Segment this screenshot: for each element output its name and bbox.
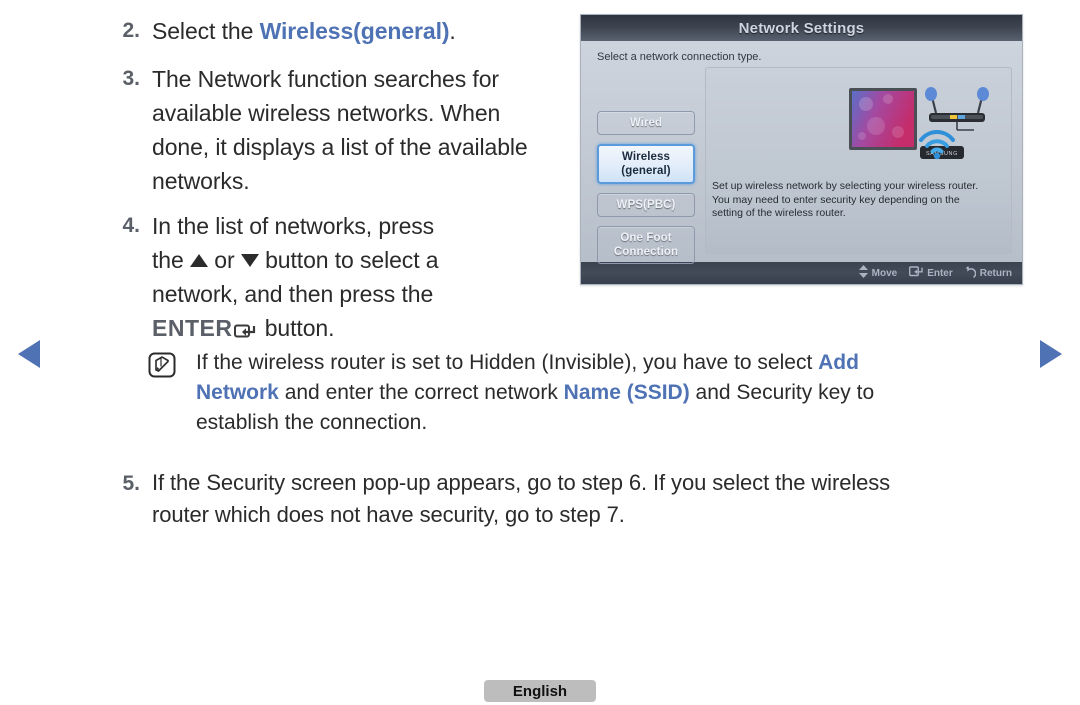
tv-menu-item-wireless-general[interactable]: Wireless (general) (597, 144, 695, 184)
step4-line-b-post: button to select a (258, 247, 439, 273)
step-text: The Network function searches for availa… (152, 66, 528, 194)
tv-description-line3: setting of the wireless router. (712, 207, 846, 219)
tv-menu-item-one-foot-connection[interactable]: One Foot Connection (597, 226, 695, 264)
tv-menu-item-wireless-line1: Wireless (621, 151, 670, 163)
note-line1-a: If the wireless router is set to Hidden … (196, 351, 819, 374)
note-highlight-network: Network (196, 381, 279, 404)
tv-description-line2: You may need to enter security key depen… (712, 193, 960, 206)
step-text-plain-b: . (449, 18, 456, 44)
step5-line2: router which does not have security, go … (152, 502, 625, 527)
triangle-down-icon (240, 254, 259, 267)
tv-menu-item-onefoot-line2: Connection (613, 246, 679, 258)
tv-menu-item-onefoot-line1: One Foot (620, 232, 672, 244)
step-text: If the Security screen pop-up appears, g… (152, 467, 1042, 531)
note-line3: establish the connection. (196, 411, 428, 434)
note-pencil-icon (148, 352, 178, 383)
return-arrow-icon (965, 265, 977, 281)
tv-connection-type-menu: Wired Wireless (general) WPS(PBC) One Fo… (597, 111, 695, 273)
tv-router-illustration: SAMSUNG (846, 74, 1021, 174)
step4-line-a: In the list of networks, press (152, 213, 435, 239)
tv-subtitle: Select a network connection type. (597, 51, 762, 63)
step-number: 3. (122, 67, 140, 90)
enter-label: ENTER (152, 315, 233, 341)
tv-titlebar: Network Settings (581, 15, 1022, 41)
step-text: In the list of networks, press the or bu… (152, 209, 552, 348)
tv-menu-item-wireless-line2: (general) (621, 165, 671, 177)
tv-screen-capture: Network Settings Select a network connec… (580, 14, 1023, 285)
step-number: 5. (122, 472, 140, 495)
tv-hint-return: Return (965, 265, 1012, 281)
language-chip[interactable]: English (484, 680, 596, 702)
step4-line-c: network, and then press the (152, 281, 434, 307)
tv-menu-item-wps-pbc[interactable]: WPS(PBC) (597, 193, 695, 217)
note-line2-c: and Security key to (689, 381, 875, 404)
next-page-arrow[interactable] (1040, 340, 1062, 368)
note-block: If the wireless router is set to Hidden … (148, 348, 1038, 438)
note-text: If the wireless router is set to Hidden … (196, 348, 874, 438)
tv-hint-enter: Enter (909, 266, 953, 280)
step-number: 4. (122, 214, 140, 237)
step-text: Select the Wireless(general). (152, 14, 456, 48)
triangle-up-icon (189, 254, 208, 267)
step4-line-d-post: button. (258, 315, 335, 341)
step5-line1: If the Security screen pop-up appears, g… (152, 470, 891, 495)
step-item-2: 2. Select the Wireless(general). (100, 14, 570, 48)
step-item-4: 4. In the list of networks, press the or… (100, 209, 570, 348)
step-item-5: 5. If the Security screen pop-up appears… (100, 467, 1060, 531)
note-highlight-ssid: Name (SSID) (563, 381, 690, 404)
tv-title: Network Settings (738, 19, 865, 37)
tv-hint-return-label: Return (979, 267, 1012, 279)
tv-menu-item-wired[interactable]: Wired (597, 111, 695, 135)
tv-detail-panel: SAMSUNG Set up wireless network by selec… (705, 67, 1012, 254)
tv-description: Set up wireless network by selecting you… (712, 180, 1005, 221)
note-highlight-add: Add (818, 351, 859, 374)
tv-stage: Select a network connection type. Wired … (581, 41, 1022, 264)
step4-line-b-pre: the (152, 247, 190, 273)
step-item-3: 3. The Network function searches for ava… (100, 62, 570, 198)
enter-key-icon (909, 266, 923, 280)
step4-line-b-mid: or (207, 247, 241, 273)
previous-page-arrow[interactable] (18, 340, 40, 368)
tv-description-line1: Set up wireless network by selecting you… (712, 180, 979, 192)
enter-key-icon (234, 314, 256, 348)
tv-hint-move: Move (858, 265, 898, 281)
step-text-plain-a: Select the (152, 18, 260, 44)
tv-hint-move-label: Move (871, 267, 898, 279)
step-number: 2. (122, 19, 140, 42)
tv-hint-enter-label: Enter (927, 267, 953, 279)
step-text-highlight: Wireless(general) (259, 18, 450, 44)
up-down-arrow-icon (858, 265, 868, 281)
note-line2-b: and enter the correct network (278, 381, 564, 404)
